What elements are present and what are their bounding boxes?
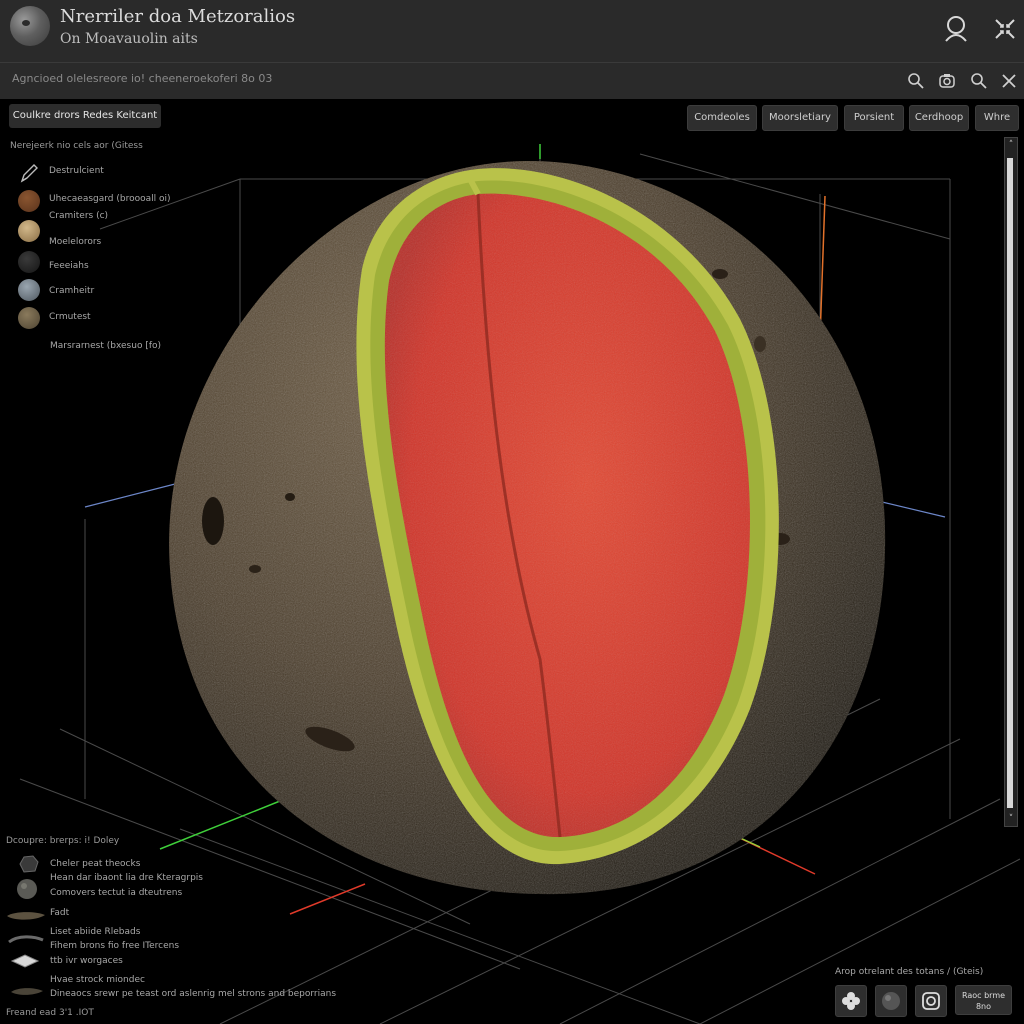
tab-porsient[interactable]: Porsient [844,105,904,131]
camera-capture-icon[interactable] [915,985,947,1017]
tab-comdeoles[interactable]: Comdeoles [687,105,757,131]
annotation-row: Dineaocs srewr pe teast ord aslenrig mel… [50,989,337,999]
rock-fragment-icon [18,854,40,878]
tab-moorsletiary[interactable]: Moorsletiary [762,105,838,131]
footer-status: Freand ead 3'1 .IOT [6,1008,94,1018]
layer-label: Feeeiahs [49,261,89,271]
meteorite-scene [19,144,1021,1024]
search-icon[interactable] [907,72,925,90]
slab-icon [6,907,46,926]
axis-z-orange [819,195,826,340]
annotation-row: Cheler peat theocks [50,859,141,869]
layer-swatch [18,190,40,212]
rock-sample-icon [16,878,38,904]
layer-label: Cramiters (c) [49,211,109,221]
annotation-row: Comovers tectut ia dteutrens [50,888,183,898]
annotation-row: Fadt [50,908,70,918]
sphere-view-icon[interactable] [875,985,907,1017]
layer-swatch [18,279,40,301]
chevron-down-icon[interactable]: ˅ [1005,812,1017,826]
meteorite-logo-icon [10,6,50,46]
axis-x-red [289,883,366,915]
zoom-icon[interactable] [970,72,988,90]
search-input[interactable]: Agncioed olelesreore io! cheeneroekoferi… [12,72,272,85]
close-icon[interactable] [1000,72,1018,90]
layers-footer: Marsrarnest (bxesuo [fo) [50,341,162,351]
layer-swatch [18,220,40,242]
annotation-row: Fihem brons fio free ITercens [50,941,180,951]
search-bar: Agncioed olelesreore io! cheeneroekoferi… [0,62,1024,100]
collapse-icon[interactable] [990,14,1020,44]
panel-title-button[interactable]: Coulkre drors Redes Keitcant [9,104,161,128]
annotation-row: Hean dar ibaont lia dre Kteragrpis [50,873,203,883]
layer-swatch [18,307,40,329]
scrollbar-thumb[interactable] [1007,158,1013,808]
layers-title: Nerejeerk nio cels aor (Gitess [10,141,143,151]
layer-label: Destrulcient [49,166,104,176]
annotation-row: ttb ivr worgaces [50,956,123,966]
axis-blue-right [877,500,946,518]
crystal-icon [10,953,40,973]
pen-icon [18,162,40,184]
tab-whre[interactable]: Whre [975,105,1019,131]
meteorite-model[interactable] [169,160,886,895]
chevron-up-icon[interactable]: ˄ [1005,138,1017,152]
render-button[interactable]: Raoc brme 8no [955,985,1012,1015]
streak-icon [8,931,44,950]
user-icon[interactable] [942,14,972,44]
layer-label: Uhecaeasgard (broooall oi) [49,194,171,204]
3d-viewport[interactable] [0,99,1024,1024]
app-subtitle: On Moavauolin aits [60,31,198,47]
annotations-title: Dcoupre: brerps: i! Doley [6,836,120,846]
layer-label: Crmutest [49,312,91,322]
layer-label: Moelelorors [49,237,102,247]
annotation-row: Hvae strock miondec [50,975,145,985]
annotation-row: Liset abiide Rlebads [50,927,141,937]
title-bar: Nrerriler doa Metzoralios On Moavauolin … [0,0,1024,62]
flower-icon[interactable] [835,985,867,1017]
fragment-icon [10,982,44,1001]
tab-cerdhoop[interactable]: Cerdhoop [909,105,969,131]
layer-swatch [18,251,40,273]
capture-title: Arop otrelant des totans / (Gteis) [835,967,984,977]
app-title: Nrerriler doa Metzoralios [60,6,296,27]
viewport-scrollbar[interactable]: ˄ ˅ [1004,137,1018,827]
camera-icon[interactable] [938,72,956,90]
axis-blue-left [84,483,176,508]
layer-label: Cramheitr [49,286,95,296]
